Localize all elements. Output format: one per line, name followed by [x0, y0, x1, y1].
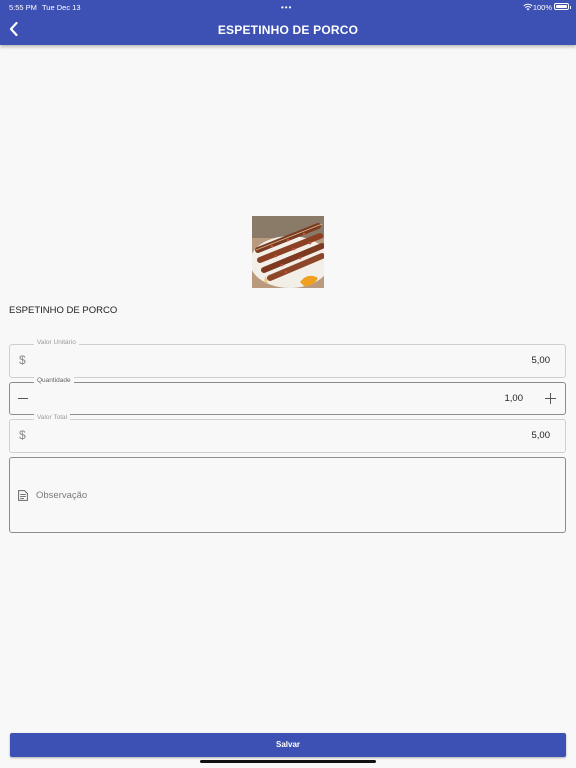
observation-placeholder: Observação: [36, 490, 88, 501]
plus-icon[interactable]: [545, 393, 556, 404]
status-time: 5:55 PM: [9, 3, 37, 12]
unit-price-label: Valor Unitário: [34, 339, 79, 346]
app-bar: 5:55 PM Tue Dec 13 ••• 100% ESPETINHO DE…: [0, 0, 576, 45]
product-image: [252, 216, 324, 288]
total-price-label: Valor Total: [34, 414, 71, 421]
multitask-dots: •••: [281, 3, 293, 12]
unit-price-value: 5,00: [531, 355, 551, 366]
minus-icon[interactable]: [18, 398, 28, 400]
total-price-value: 5,00: [531, 430, 551, 441]
note-icon: [18, 490, 28, 501]
quantity-stepper[interactable]: Quantidade 1,00: [9, 377, 566, 415]
quantity-value: 1,00: [504, 393, 524, 404]
dollar-icon: $: [19, 353, 26, 367]
battery-percent: 100%: [532, 3, 552, 12]
wifi-icon: [523, 3, 533, 11]
save-button[interactable]: Salvar: [10, 733, 566, 757]
status-date: Tue Dec 13: [42, 3, 81, 12]
battery-icon: [554, 3, 571, 10]
total-price-field[interactable]: Valor Total $ 5,00: [9, 414, 566, 453]
home-indicator: [200, 760, 376, 763]
product-name: ESPETINHO DE PORCO: [9, 305, 118, 316]
unit-price-field[interactable]: Valor Unitário $ 5,00: [9, 339, 566, 378]
observation-field[interactable]: Observação: [9, 457, 566, 533]
quantity-label: Quantidade: [34, 377, 74, 384]
page-title: ESPETINHO DE PORCO: [217, 23, 359, 37]
dollar-icon: $: [19, 428, 26, 442]
